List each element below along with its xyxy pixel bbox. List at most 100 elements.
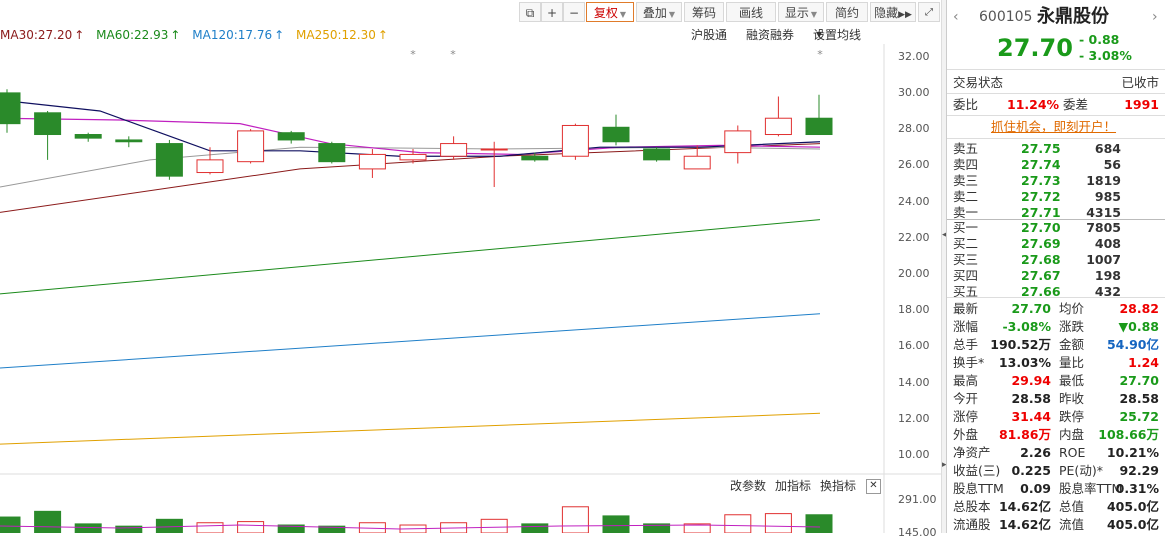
stat-value: 31.44 — [1011, 409, 1051, 424]
y-tick-label: 22.00 — [898, 230, 930, 244]
candle-body — [805, 117, 833, 136]
candle-body — [155, 143, 183, 177]
y-tick-label: 28.00 — [898, 122, 930, 136]
trade-status-value: 已收市 — [1121, 75, 1159, 90]
trade-status-row: 交易状态 已收市 — [947, 74, 1165, 92]
ask-price: 27.75 — [1021, 141, 1061, 156]
stat-value: ▼0.88 — [1118, 319, 1159, 334]
volume-bar — [521, 523, 549, 533]
candle-body — [561, 124, 589, 157]
stat-row: 总手 190.52万 金额 54.90亿 — [947, 336, 1165, 354]
candle-body — [521, 155, 549, 161]
bid-volume: 7805 — [1086, 220, 1121, 235]
overlay-button[interactable]: 叠加 ▼ — [636, 2, 682, 22]
y-tick-label: 18.00 — [898, 303, 930, 317]
ask-row[interactable]: 卖三 27.73 1819 — [947, 173, 1165, 189]
expand-icon[interactable]: ⤢ — [918, 2, 940, 22]
prev-stock-icon[interactable]: ‹ — [953, 6, 959, 28]
stat-label: 金额 — [1059, 337, 1085, 352]
rzrq-link[interactable]: 融资融券 — [746, 26, 794, 44]
display-button[interactable]: 显示 ▼ — [778, 2, 824, 22]
stat-value: 14.62亿 — [998, 517, 1051, 532]
restore-icon[interactable]: ⧉ — [519, 2, 541, 22]
bid-row[interactable]: 买一 27.70 7805 — [947, 220, 1165, 236]
event-marker-icon: * — [450, 48, 456, 61]
bid-row[interactable]: 买三 27.68 1007 — [947, 252, 1165, 268]
stat-label: 最新 — [953, 301, 979, 316]
draw-line-button[interactable]: 画线 — [726, 2, 776, 22]
chevron-down-icon: ▼ — [668, 10, 676, 19]
ad-banner[interactable]: 抓住机会，即刻开户！ — [947, 118, 1165, 136]
stat-label: 总手 — [953, 337, 979, 352]
volume-bar — [561, 506, 589, 533]
price-block: 27.70 - 0.88 - 3.08% — [947, 32, 1165, 63]
bid-level-label: 买一 — [953, 220, 979, 235]
candle-body — [358, 153, 386, 170]
chevron-down-icon: ▼ — [816, 30, 823, 39]
candle-body — [440, 143, 468, 157]
stat-row: 流通股 14.62亿 流值 405.0亿 — [947, 516, 1165, 534]
bid-level-label: 买三 — [953, 252, 979, 267]
stat-label: 总值 — [1059, 499, 1085, 514]
ma-line-ma120 — [0, 313, 821, 369]
stock-code: 600105 — [979, 9, 1033, 25]
stat-label: 涨跌 — [1059, 319, 1085, 334]
chevron-down-icon: ▼ — [619, 10, 627, 19]
ask-row[interactable]: 卖四 27.74 56 — [947, 157, 1165, 173]
stat-label: 涨停 — [953, 409, 979, 424]
ask-price: 27.72 — [1021, 189, 1061, 204]
hide-button[interactable]: 隐藏▶▶ — [870, 2, 916, 22]
volume-bar — [74, 523, 102, 533]
stat-label: 流值 — [1059, 517, 1085, 532]
candle-body — [74, 134, 102, 139]
weicha-label: 委差 — [1063, 97, 1089, 112]
zoom-out-icon[interactable]: − — [563, 2, 585, 22]
candle-body — [115, 139, 143, 143]
stat-value: 81.86万 — [998, 427, 1051, 442]
swap-indicator-button[interactable]: 换指标 — [820, 478, 856, 494]
volume-bar — [764, 513, 792, 533]
ad-link[interactable]: 抓住机会，即刻开户！ — [991, 118, 1116, 136]
candle-body — [724, 130, 752, 154]
stat-row: 涨幅 -3.08% 涨跌 ▼0.88 — [947, 318, 1165, 336]
quote-panel: ‹ 600105 永鼎股份 › 27.70 - 0.88 - 3.08% 交易状… — [946, 0, 1166, 533]
change-params-button[interactable]: 改参数 — [730, 478, 766, 494]
y-tick-label: 12.00 — [898, 411, 930, 425]
ma-line-ma250 — [0, 412, 821, 445]
bid-row[interactable]: 买四 27.67 198 — [947, 268, 1165, 284]
candle-body — [34, 112, 62, 136]
y-tick-label: 20.00 — [898, 266, 930, 280]
bid-volume: 198 — [1094, 268, 1121, 283]
chips-button[interactable]: 筹码 — [684, 2, 724, 22]
volume-bar — [196, 522, 224, 533]
stat-label: 总股本 — [953, 499, 991, 514]
next-stock-icon[interactable]: › — [1152, 6, 1158, 28]
chevron-down-icon: ▼ — [810, 10, 818, 19]
stat-value: 1.24 — [1128, 355, 1159, 370]
stat-value: 405.0亿 — [1106, 499, 1159, 514]
bid-price: 27.70 — [1021, 220, 1061, 235]
ask-row[interactable]: 卖二 27.72 985 — [947, 189, 1165, 205]
ask-row[interactable]: 卖五 27.75 684 — [947, 141, 1165, 157]
stat-label: 均价 — [1059, 301, 1085, 316]
bid-volume: 408 — [1094, 236, 1121, 251]
y-tick-label: 10.00 — [898, 447, 930, 461]
zoom-in-icon[interactable]: + — [541, 2, 563, 22]
bid-row[interactable]: 买二 27.69 408 — [947, 236, 1165, 252]
weicha-value: 1991 — [1124, 97, 1159, 112]
stat-row: 涨停 31.44 跌停 25.72 — [947, 408, 1165, 426]
hgt-link[interactable]: 沪股通 — [691, 26, 727, 44]
candle-body — [643, 148, 671, 161]
stat-value: 92.29 — [1119, 463, 1159, 478]
stat-row: 今开 28.58 昨收 28.58 — [947, 390, 1165, 408]
simple-button[interactable]: 简约 — [826, 2, 868, 22]
stat-label: 量比 — [1059, 355, 1085, 370]
fuquan-label: 复权 — [593, 6, 618, 20]
kline-chart[interactable]: * * * — [0, 44, 941, 533]
close-icon[interactable]: ✕ — [866, 479, 881, 494]
add-indicator-button[interactable]: 加指标 — [775, 478, 811, 494]
stat-label: 净资产 — [953, 445, 991, 460]
hide-label: 隐藏 — [874, 6, 899, 20]
bid-price: 27.67 — [1021, 268, 1061, 283]
fuquan-button[interactable]: 复权 ▼ — [586, 2, 634, 22]
